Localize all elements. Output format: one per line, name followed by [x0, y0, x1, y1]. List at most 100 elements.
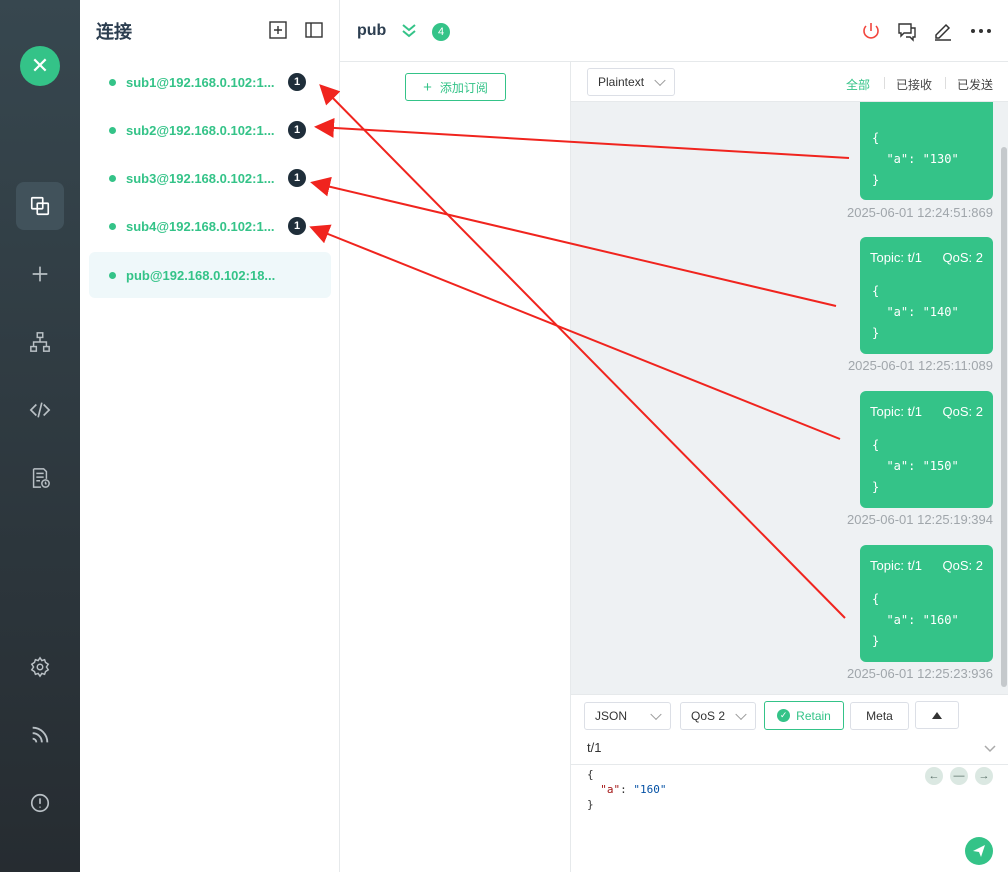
- message-payload: { "a": "150" }: [872, 438, 959, 494]
- message-bubble[interactable]: { "a": "130" }: [860, 102, 993, 200]
- send-icon: [973, 845, 985, 857]
- connection-name: sub3@192.168.0.102:1...: [126, 170, 275, 186]
- connections-icon[interactable]: [16, 182, 64, 230]
- connection-title: pub: [357, 22, 387, 39]
- arrow-right-icon[interactable]: →: [975, 767, 993, 785]
- unread-badge: 1: [288, 217, 306, 235]
- payload-format-select[interactable]: Plaintext: [587, 68, 675, 96]
- collapse-panel-icon[interactable]: [304, 20, 324, 40]
- chat-icon[interactable]: [896, 20, 918, 42]
- connection-name: sub1@192.168.0.102:1...: [126, 74, 275, 90]
- topology-icon[interactable]: [16, 318, 64, 366]
- app-sidebar: ✕: [0, 0, 80, 872]
- unread-badge: 1: [288, 73, 306, 91]
- divider: [945, 77, 946, 89]
- chevron-down-icon: [654, 74, 666, 87]
- chevron-double-down-icon[interactable]: [401, 22, 417, 40]
- message-list[interactable]: Plaintext 全部 已接收 已发送 { "a": "130" } 2025…: [571, 62, 1008, 694]
- connections-title: 连接: [96, 22, 132, 42]
- connection-header: pub 4: [340, 0, 1008, 62]
- message-qos: QoS: 2: [942, 404, 983, 419]
- message-filter-bar: Plaintext 全部 已接收 已发送: [571, 62, 1008, 102]
- message-timestamp: 2025-06-01 12:25:23:936: [846, 666, 993, 681]
- topic-value: t/1: [587, 740, 602, 755]
- send-button[interactable]: [965, 837, 993, 865]
- message-topic: Topic: t/1: [870, 404, 923, 419]
- status-dot: [109, 78, 116, 86]
- status-dot: [109, 271, 116, 279]
- add-subscription-label: 添加订阅: [439, 80, 488, 95]
- message-payload: { "a": "130" }: [872, 131, 959, 187]
- unread-badge: 1: [288, 169, 306, 187]
- retain-button[interactable]: ✓ Retain: [764, 701, 844, 730]
- message-bubble[interactable]: Topic: t/1 QoS: 2 { "a": "160" }: [860, 545, 993, 662]
- composer-format-value: JSON: [595, 709, 628, 723]
- status-dot: [109, 222, 116, 230]
- more-icon[interactable]: [970, 20, 992, 42]
- expand-composer-button[interactable]: [915, 701, 959, 729]
- message-timestamp: 2025-06-01 12:25:19:394: [846, 512, 993, 527]
- gear-icon[interactable]: [16, 643, 64, 691]
- payload-editor[interactable]: { "a": "160" }: [587, 767, 667, 812]
- connection-item-sub2[interactable]: sub2@192.168.0.102:1... 1: [89, 107, 331, 153]
- app-logo: ✕: [20, 46, 60, 86]
- arrow-left-icon[interactable]: ←: [925, 767, 943, 785]
- status-dot: [109, 126, 116, 134]
- payload-colon: :: [620, 783, 634, 796]
- connection-name: sub4@192.168.0.102:1...: [126, 218, 275, 234]
- message-payload: { "a": "160" }: [872, 592, 959, 648]
- chevron-down-icon: [650, 708, 662, 721]
- meta-button[interactable]: Meta: [850, 702, 909, 730]
- message-topic: Topic: t/1: [870, 250, 923, 265]
- connection-name: sub2@192.168.0.102:1...: [126, 122, 275, 138]
- code-icon[interactable]: [16, 386, 64, 434]
- connection-item-pub[interactable]: pub@192.168.0.102:18...: [89, 252, 331, 298]
- message-timestamp: 2025-06-01 12:24:51:869: [846, 205, 993, 220]
- connection-item-sub3[interactable]: sub3@192.168.0.102:1... 1: [89, 155, 331, 201]
- divider: [884, 77, 885, 89]
- payload-value: "160": [633, 783, 667, 796]
- payload-brace: }: [587, 798, 594, 811]
- qos-value: QoS 2: [691, 709, 726, 723]
- message-topic: Topic: t/1: [870, 558, 923, 573]
- payload-brace: {: [587, 768, 594, 781]
- new-connection-icon[interactable]: [268, 20, 288, 40]
- log-icon[interactable]: [16, 454, 64, 502]
- message-scrollbar[interactable]: [1001, 147, 1007, 687]
- connections-panel: 连接 sub1@192.168.0.102:1... 1 sub2@192.16…: [80, 0, 340, 872]
- connection-item-sub4[interactable]: sub4@192.168.0.102:1... 1: [89, 203, 331, 249]
- add-subscription-button[interactable]: + 添加订阅: [405, 73, 506, 101]
- caret-up-icon: [932, 711, 942, 719]
- tab-all[interactable]: 全部: [846, 76, 870, 93]
- minus-icon[interactable]: —: [950, 767, 968, 785]
- edit-icon[interactable]: [932, 20, 954, 42]
- chevron-down-icon: [735, 708, 747, 721]
- plus-icon: +: [423, 78, 432, 96]
- chevron-down-icon[interactable]: [984, 745, 996, 753]
- info-icon[interactable]: [16, 779, 64, 827]
- unread-badge: 1: [288, 121, 306, 139]
- message-payload: { "a": "140" }: [872, 284, 959, 340]
- tab-received[interactable]: 已接收: [896, 76, 932, 93]
- composer-format-select[interactable]: JSON: [584, 702, 671, 730]
- message-timestamp: 2025-06-01 12:25:11:089: [847, 358, 993, 373]
- message-bubble[interactable]: Topic: t/1 QoS: 2 { "a": "140" }: [860, 237, 993, 354]
- retain-label: Retain: [796, 708, 831, 723]
- power-icon[interactable]: [860, 20, 882, 42]
- subscription-count-badge: 4: [432, 23, 450, 41]
- check-icon: ✓: [777, 709, 791, 722]
- qos-select[interactable]: QoS 2: [680, 702, 756, 730]
- tab-sent[interactable]: 已发送: [957, 76, 993, 93]
- message-bubble[interactable]: Topic: t/1 QoS: 2 { "a": "150" }: [860, 391, 993, 508]
- payload-format-value: Plaintext: [598, 75, 645, 89]
- plus-icon[interactable]: [16, 250, 64, 298]
- message-composer: JSON QoS 2 ✓ Retain Meta t/1 { "a": "160…: [571, 694, 1008, 872]
- message-qos: QoS: 2: [942, 250, 983, 265]
- message-qos: QoS: 2: [942, 558, 983, 573]
- connection-name: pub@192.168.0.102:18...: [126, 267, 276, 283]
- topic-input[interactable]: t/1: [571, 733, 1008, 765]
- feed-icon[interactable]: [16, 711, 64, 759]
- payload-key: "a": [600, 783, 621, 796]
- subscription-list: + 添加订阅: [340, 62, 571, 872]
- connection-item-sub1[interactable]: sub1@192.168.0.102:1... 1: [89, 59, 331, 105]
